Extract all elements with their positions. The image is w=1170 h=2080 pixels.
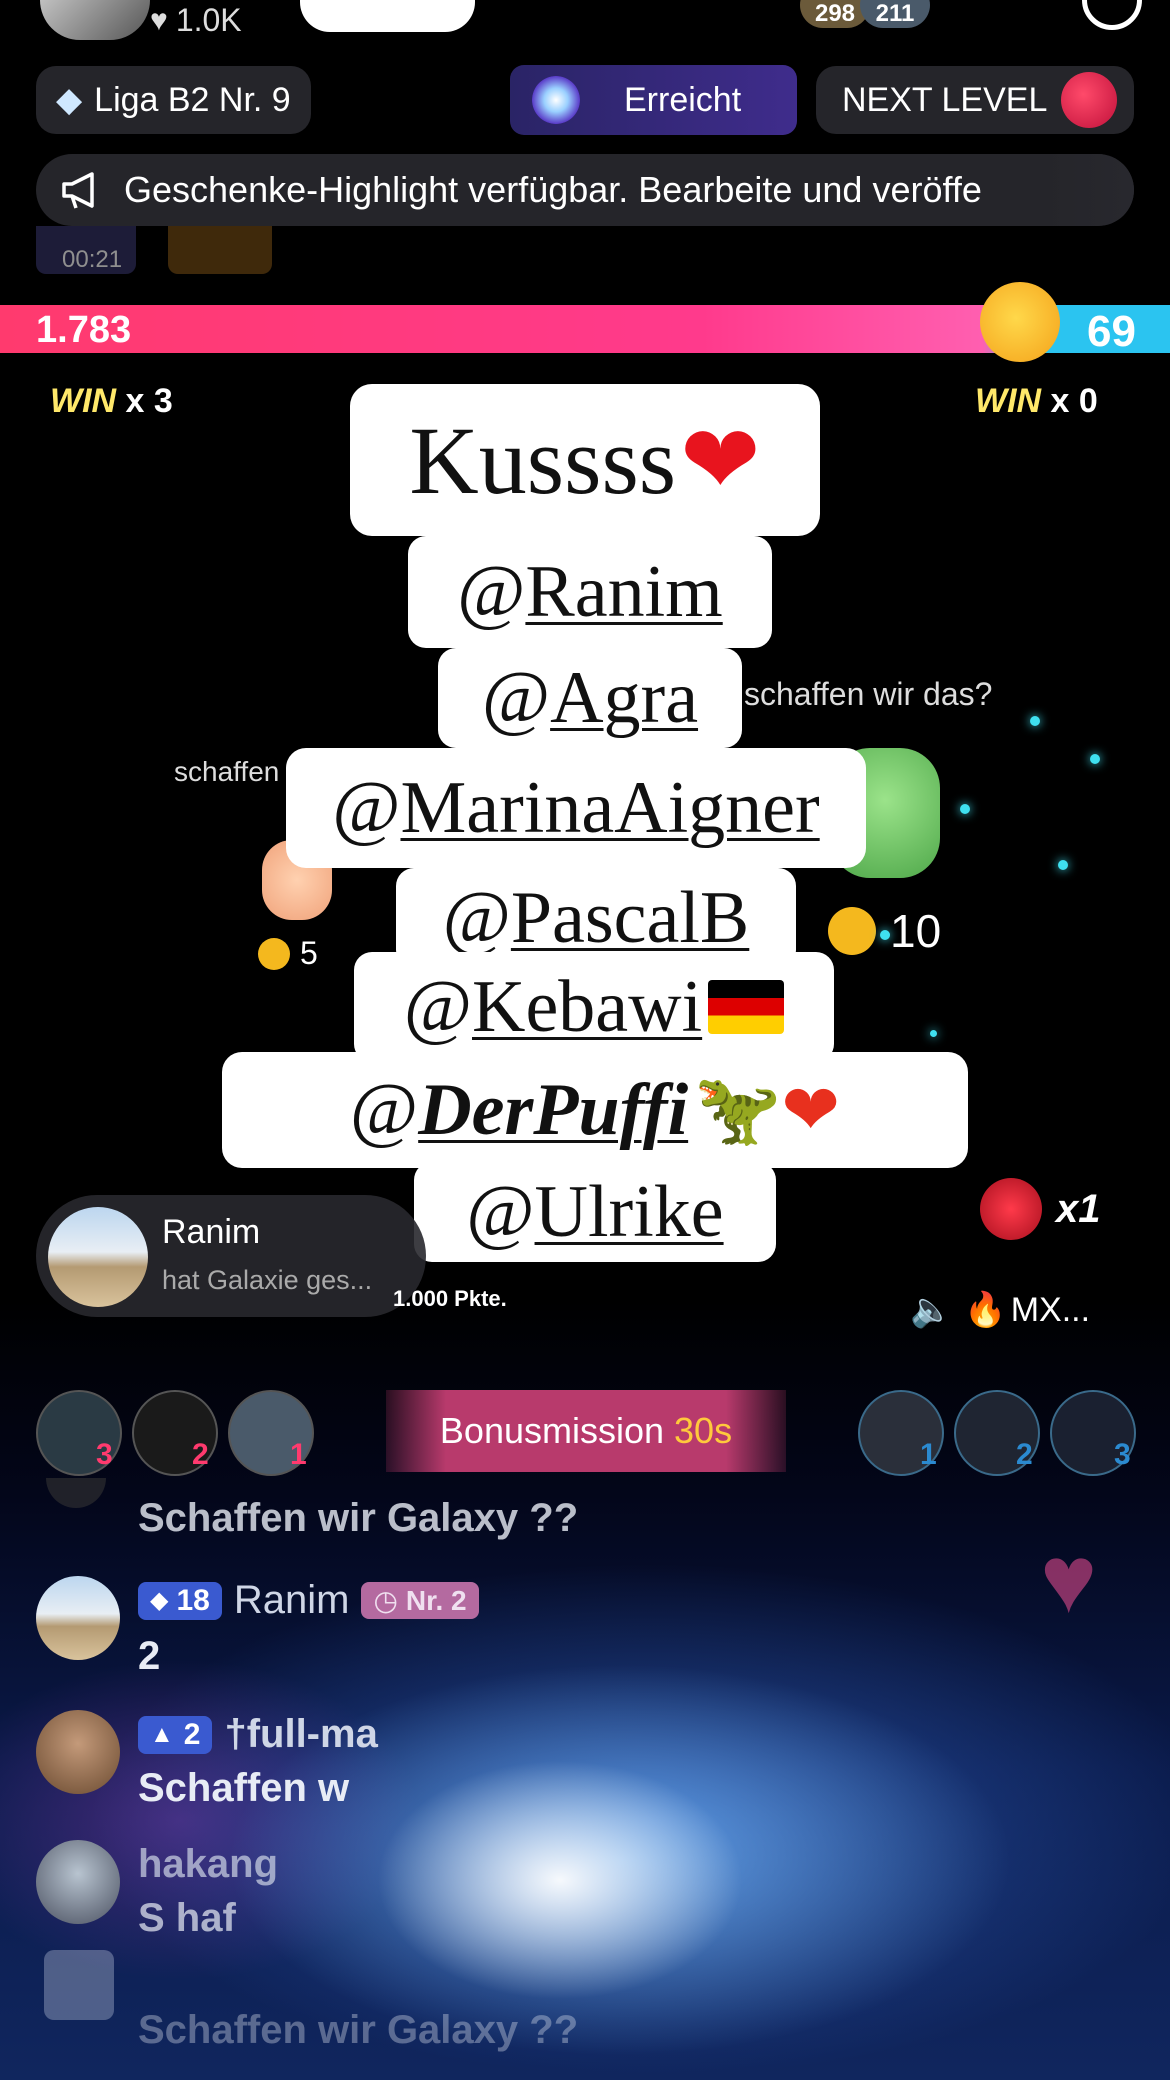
chat-message[interactable]: Schaffen wir Galaxy ??: [36, 1950, 736, 2060]
gift-points: 1.000 Pkte.: [393, 1286, 507, 1311]
chat-avatar[interactable]: [46, 1478, 106, 1508]
music-indicator[interactable]: 🔈 🔥 MX...: [910, 1290, 1090, 1330]
mention-marinaaigner[interactable]: @ MarinaAigner: [286, 748, 866, 868]
chat-avatar[interactable]: [36, 1576, 120, 1660]
level-badge: ▲ 2: [138, 1715, 213, 1754]
rank-badge: ◷ Nr. 2: [361, 1582, 479, 1619]
dinosaur-icon: 🦖: [694, 1072, 782, 1149]
speaker-icon: 🔈: [910, 1291, 953, 1329]
chat-message[interactable]: hakang S haf: [36, 1840, 736, 1950]
mention-derpuffi[interactable]: @ DerPuffi 🦖 ❤: [222, 1052, 968, 1168]
mention-kebawi[interactable]: @ Kebawi: [354, 952, 834, 1062]
mention-ranim[interactable]: @ Ranim: [408, 536, 772, 648]
ranim-avatar[interactable]: [48, 1207, 148, 1307]
gift-toast[interactable]: Ranim hat Galaxie ges...: [36, 1195, 426, 1317]
burning-heart-icon: ❤: [781, 1072, 840, 1150]
chat-avatar[interactable]: [36, 1710, 120, 1794]
mention-ulrike[interactable]: @ Ulrike: [414, 1162, 776, 1262]
rose-gift: x1: [980, 1178, 1101, 1240]
stopwatch-icon: ◷: [373, 1585, 398, 1616]
red-heart-icon: ❤: [680, 407, 761, 514]
german-flag-icon: [708, 980, 785, 1034]
chat-message[interactable]: ▲ 2 †full-ma Schaffen w: [36, 1710, 736, 1820]
sticker-title[interactable]: Kussss ❤: [350, 384, 820, 536]
fire-icon: 🔥: [964, 1291, 1007, 1329]
chat-avatar[interactable]: [36, 1840, 120, 1924]
chat-message[interactable]: ◆ 18 Ranim ◷ Nr. 2 2: [36, 1576, 836, 1686]
chat-message[interactable]: Schaffen wir Galaxy ??: [36, 1478, 736, 1548]
chat-avatar[interactable]: [44, 1950, 114, 2020]
like-heart-icon[interactable]: ♥: [1040, 1532, 1097, 1628]
rose-icon: [980, 1178, 1042, 1240]
triangle-icon: ▲: [150, 1720, 174, 1748]
level-badge: ◆ 18: [138, 1581, 222, 1620]
bonus-mission-pill[interactable]: Bonusmission 30s: [386, 1390, 786, 1472]
diamond-icon: ◆: [150, 1587, 169, 1614]
mention-agra[interactable]: @ Agra: [438, 648, 742, 748]
